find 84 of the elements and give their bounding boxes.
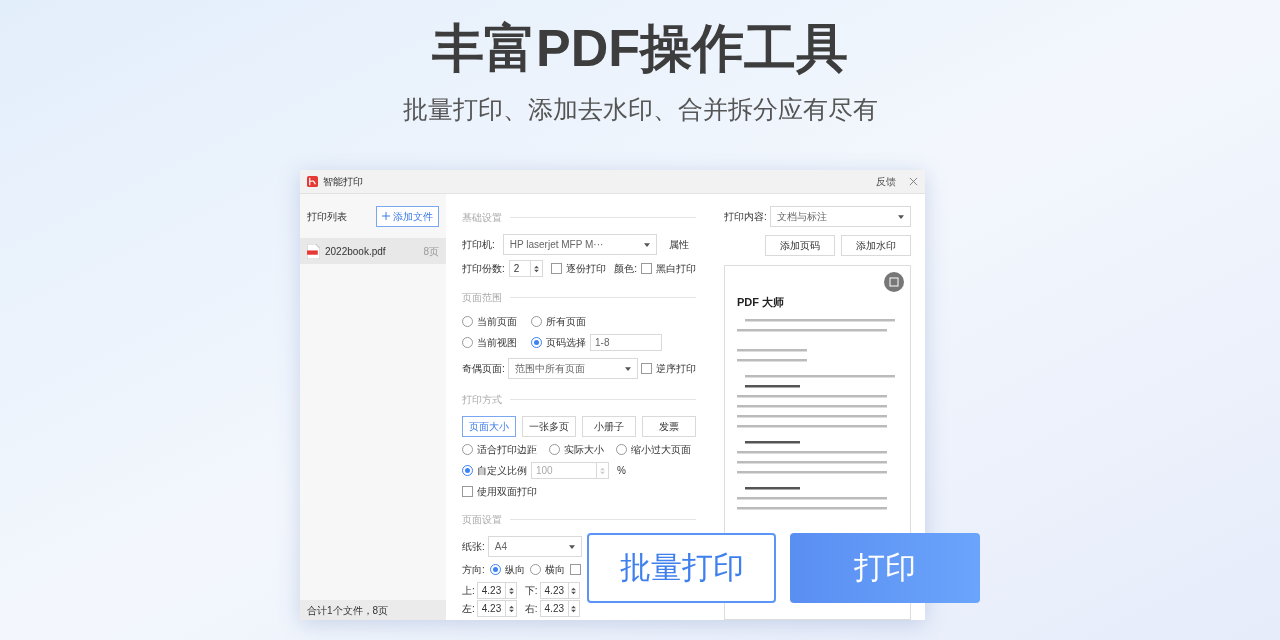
label: % — [617, 464, 626, 478]
add-option-button[interactable]: 添加页码 — [765, 235, 835, 256]
dropdown[interactable]: 文档与标注 — [769, 206, 911, 227]
number-field[interactable]: 2 — [508, 260, 544, 277]
label: 纸张: — [462, 540, 485, 554]
number-field[interactable]: 4.23 — [539, 600, 580, 617]
fullscreen-icon[interactable] — [884, 272, 904, 292]
label: 缩小过大页面 — [631, 443, 691, 457]
label: 方向: — [462, 563, 485, 577]
label: 逐份打印 — [566, 262, 607, 276]
radio-button[interactable] — [529, 564, 541, 575]
checkbox[interactable] — [641, 363, 652, 374]
label: 适合打印边距 — [477, 443, 537, 457]
radio-button[interactable] — [462, 444, 473, 455]
pdf-file-icon — [307, 243, 320, 259]
dropdown[interactable]: HP laserjet MFP M··· — [502, 234, 657, 255]
headline: 丰富PDF操作工具 — [432, 18, 848, 79]
plus-icon — [382, 212, 390, 220]
print-mode-tab[interactable]: 页面大小 — [462, 416, 516, 437]
add-option-button[interactable]: 添加水印 — [841, 235, 911, 256]
print-mode-tab[interactable]: 发票 — [642, 416, 696, 437]
dropdown-caret-icon — [898, 214, 904, 219]
window-title: 智能打印 — [323, 175, 363, 189]
page-count: 8页 — [423, 244, 439, 259]
radio-button[interactable] — [531, 316, 542, 327]
print-mode-tab[interactable]: 小册子 — [582, 416, 636, 437]
label: 自定义比例 — [477, 464, 527, 478]
checkbox[interactable] — [551, 263, 563, 274]
label: 使用双面打印 — [477, 485, 537, 499]
label: 纵向 — [504, 563, 525, 577]
section-title: 页面范围 — [462, 291, 502, 305]
preview-heading: PDF 大师 — [737, 295, 786, 310]
stepper-icon[interactable] — [505, 583, 516, 598]
label: 奇偶页面: — [462, 362, 505, 376]
dropdown-caret-icon — [625, 366, 631, 371]
file-summary: 合计1个文件，8页 — [307, 603, 389, 618]
label: 下: — [524, 584, 538, 598]
radio-button[interactable] — [462, 337, 473, 348]
label: 左: — [462, 602, 475, 616]
number-field[interactable]: 4.23 — [476, 582, 517, 599]
dropdown-caret-icon — [568, 544, 575, 549]
stepper-icon[interactable] — [505, 601, 516, 616]
label: 横向 — [544, 563, 565, 577]
app-logo-icon — [307, 176, 318, 187]
section-title: 打印方式 — [462, 393, 502, 407]
label: 当前页面 — [477, 315, 517, 329]
close-icon[interactable] — [909, 177, 918, 186]
section-title: 基础设置 — [462, 211, 502, 225]
label: 颜色: — [614, 262, 637, 276]
label: 页码选择 — [546, 336, 586, 350]
radio-button[interactable] — [489, 564, 501, 575]
checkbox[interactable] — [569, 564, 581, 575]
batch-print-button[interactable]: 批量打印 — [587, 533, 776, 603]
label: 实际大小 — [564, 443, 604, 457]
radio-button[interactable] — [616, 444, 627, 455]
label: 打印机: — [462, 238, 495, 252]
add-file-button[interactable]: 添加文件 — [376, 205, 439, 227]
dropdown[interactable]: A4 — [487, 536, 582, 557]
label: 所有页面 — [546, 315, 586, 329]
file-item[interactable]: 2022book.pdf 8页 — [300, 238, 446, 264]
print-mode-tab[interactable]: 一张多页 — [522, 416, 576, 437]
label: 黑白打印 — [656, 262, 696, 276]
file-name: 2022book.pdf — [325, 244, 387, 259]
page-range-field[interactable]: 1-8 — [590, 334, 662, 351]
section-title: 页面设置 — [462, 513, 502, 527]
radio-button[interactable] — [531, 337, 542, 348]
radio-button[interactable] — [462, 316, 473, 327]
number-field[interactable]: 4.23 — [539, 582, 580, 599]
radio-button[interactable] — [549, 444, 560, 455]
checkbox[interactable] — [462, 486, 473, 497]
dropdown[interactable]: 范围中所有页面 — [507, 358, 638, 379]
label: 逆序打印 — [656, 362, 696, 376]
label: 当前视图 — [477, 336, 517, 350]
number-field[interactable]: 4.23 — [476, 600, 517, 617]
label: 打印份数: — [462, 262, 505, 276]
feedback-link[interactable]: 反馈 — [876, 174, 896, 189]
subheadline: 批量打印、添加去水印、合并拆分应有尽有 — [402, 94, 878, 125]
checkbox[interactable] — [641, 263, 652, 274]
panel-title: 打印列表 — [307, 209, 347, 224]
dropdown-caret-icon — [643, 242, 650, 247]
label: 打印内容: — [724, 210, 767, 224]
label: 上: — [462, 584, 475, 598]
label: 右: — [524, 602, 538, 616]
radio-button[interactable] — [462, 465, 473, 476]
